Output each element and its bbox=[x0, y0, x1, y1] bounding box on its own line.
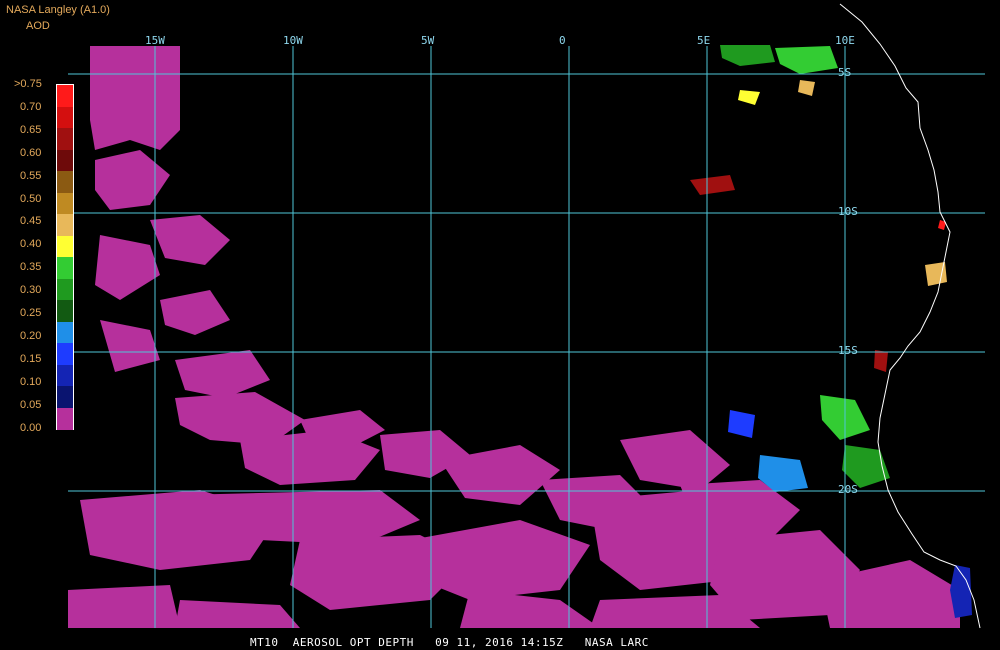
colorbar-tick-label: 0.60 bbox=[20, 146, 42, 159]
latitude-label: 15S bbox=[838, 344, 858, 357]
longitude-label: 5E bbox=[697, 34, 711, 47]
product-title: NASA Langley (A1.0) bbox=[6, 4, 110, 16]
colorbar-tick-label: 0.70 bbox=[20, 100, 42, 113]
colorbar-tick-label: 0.20 bbox=[20, 329, 42, 342]
longitude-label: 5W bbox=[421, 34, 435, 47]
caption-bar: MT10 AEROSOL OPT DEPTH 09 11, 2016 14:15… bbox=[250, 636, 649, 649]
latitude-label: 5S bbox=[838, 66, 852, 79]
longitude-label: 15W bbox=[145, 34, 165, 47]
colorbar-tick-label: 0.35 bbox=[20, 261, 42, 274]
aod-low-fields bbox=[68, 46, 960, 628]
colorbar-tick-label: 0.40 bbox=[20, 238, 42, 251]
product-label: AOD bbox=[26, 20, 50, 32]
colorbar-tick-label: 0.25 bbox=[20, 307, 42, 319]
satellite-aod-map: NASA Langley (A1.0) AOD >0.75 0.70 0.65 0.6… bbox=[0, 0, 1000, 650]
colorbar-tick-label: 0.10 bbox=[20, 375, 42, 388]
africa-coastline bbox=[839, 3, 981, 629]
longitude-label: 10W bbox=[283, 34, 303, 47]
longitude-label: 0 bbox=[559, 34, 566, 47]
colorbar-tick-label: 0.65 bbox=[20, 123, 42, 136]
colorbar-tick-label: 0.55 bbox=[20, 169, 42, 182]
map-canvas bbox=[68, 3, 985, 629]
latitude-label: 20S bbox=[838, 483, 858, 496]
colorbar-tick-label: 0.30 bbox=[20, 284, 42, 297]
longitude-label: 10E bbox=[835, 34, 855, 47]
colorbar-tick-label: 0.15 bbox=[20, 352, 42, 365]
latitude-label: 10S bbox=[838, 205, 858, 218]
colorbar-tick-label: 0.00 bbox=[20, 421, 42, 434]
colorbar-tick-label: 0.45 bbox=[20, 215, 42, 228]
colorbar-tick-label: >0.75 bbox=[14, 78, 42, 90]
colorbar-tick-label: 0.05 bbox=[20, 398, 42, 411]
colorbar-tick-label: 0.50 bbox=[20, 192, 42, 205]
